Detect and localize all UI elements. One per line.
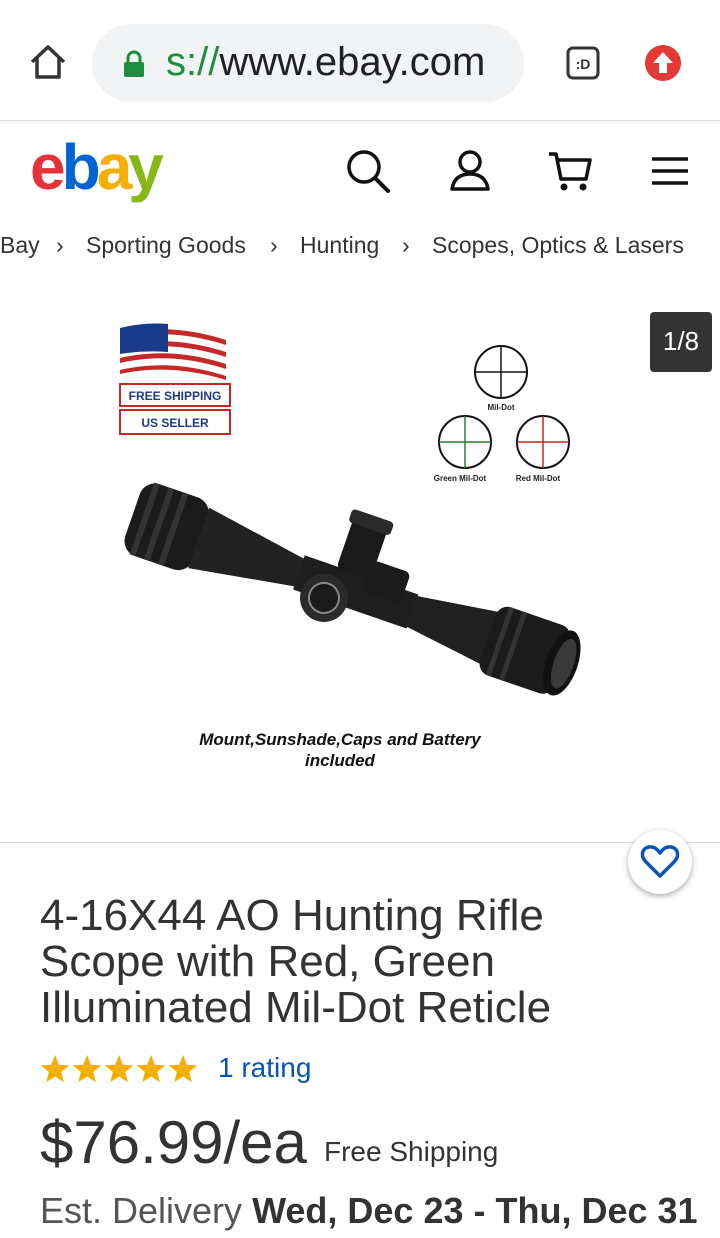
product-title: 4-16X44 AO Hunting Rifle Scope with Red,… bbox=[40, 891, 552, 1032]
shipping-text: Free Shipping bbox=[324, 1136, 499, 1167]
breadcrumb-link-scopes[interactable]: Scopes, Optics & Lasers bbox=[432, 232, 684, 259]
url-scheme: s:// bbox=[166, 40, 220, 84]
reticle-mil-dot: Mil-Dot bbox=[474, 345, 528, 412]
star-icon bbox=[168, 1055, 198, 1083]
estimated-delivery: Est. Delivery Wed, Dec 23 - Thu, Dec 31 bbox=[40, 1190, 698, 1232]
breadcrumb-link-sporting-goods[interactable]: Sporting Goods bbox=[86, 232, 246, 259]
image-caption-line-2: included bbox=[305, 751, 376, 770]
reticle-green-mil-dot: Green Mil-Dot bbox=[434, 415, 492, 483]
logo-letter: e bbox=[30, 131, 66, 203]
browser-toolbar: s://www.ebay.com :D bbox=[0, 0, 720, 121]
tabs-badge: :D bbox=[576, 56, 591, 72]
chevron-right-icon: › bbox=[402, 232, 410, 258]
reticle-red-mil-dot: Red Mil-Dot bbox=[516, 415, 570, 483]
free-shipping-badge: FREE SHIPPING US SELLER bbox=[119, 383, 231, 435]
price: $76.99/ea bbox=[40, 1109, 307, 1176]
chevron-right-icon: › bbox=[270, 232, 278, 258]
delivery-label: Est. Delivery bbox=[40, 1190, 243, 1231]
menu-icon[interactable] bbox=[646, 147, 694, 195]
star-icon bbox=[136, 1055, 166, 1083]
badge-line-1: FREE SHIPPING bbox=[129, 389, 222, 403]
image-gallery[interactable]: FREE SHIPPING US SELLER Mil-Dot Green Mi… bbox=[0, 290, 720, 843]
address-bar[interactable]: s://www.ebay.com bbox=[92, 24, 524, 102]
reticle-label: Green Mil-Dot bbox=[434, 474, 487, 483]
reticle-label: Mil-Dot bbox=[487, 403, 514, 412]
star-icon bbox=[40, 1055, 70, 1083]
image-counter: 1/8 bbox=[650, 312, 712, 372]
image-caption-line-1: Mount,Sunshade,Caps and Battery bbox=[199, 730, 482, 749]
account-icon[interactable] bbox=[446, 147, 494, 195]
watch-button[interactable] bbox=[628, 830, 692, 894]
url-host: www.ebay.com bbox=[219, 40, 486, 84]
star-icon bbox=[72, 1055, 102, 1083]
url-text[interactable]: s://www.ebay.com bbox=[166, 40, 485, 85]
cart-icon[interactable] bbox=[546, 147, 594, 195]
star-rating bbox=[40, 1055, 198, 1083]
logo-letter: b bbox=[61, 131, 101, 203]
search-icon[interactable] bbox=[344, 147, 392, 195]
breadcrumb-link-hunting[interactable]: Hunting bbox=[300, 232, 379, 259]
product-image[interactable]: FREE SHIPPING US SELLER Mil-Dot Green Mi… bbox=[0, 290, 720, 842]
star-icon bbox=[104, 1055, 134, 1083]
rating-link[interactable]: 1 rating bbox=[218, 1052, 311, 1084]
lock-icon bbox=[124, 50, 144, 77]
logo-letter: y bbox=[128, 131, 164, 203]
logo-letter: a bbox=[96, 131, 133, 203]
chevron-right-icon: › bbox=[56, 232, 64, 258]
tab-switcher-icon[interactable]: :D bbox=[566, 46, 600, 80]
us-flag-image bbox=[120, 323, 226, 380]
ebay-logo[interactable]: ebay bbox=[30, 127, 164, 207]
breadcrumb-link-ebay[interactable]: Bay bbox=[0, 232, 40, 259]
site-header: ebay bbox=[0, 121, 720, 221]
delivery-dates: Wed, Dec 23 - Thu, Dec 31 bbox=[252, 1190, 698, 1231]
badge-line-2: US SELLER bbox=[141, 416, 209, 430]
reticle-label: Red Mil-Dot bbox=[516, 474, 561, 483]
breadcrumb: Bay › Sporting Goods › Hunting › Scopes,… bbox=[0, 232, 720, 266]
update-icon[interactable] bbox=[644, 44, 682, 82]
home-icon[interactable] bbox=[26, 40, 70, 84]
heart-icon bbox=[640, 845, 680, 878]
